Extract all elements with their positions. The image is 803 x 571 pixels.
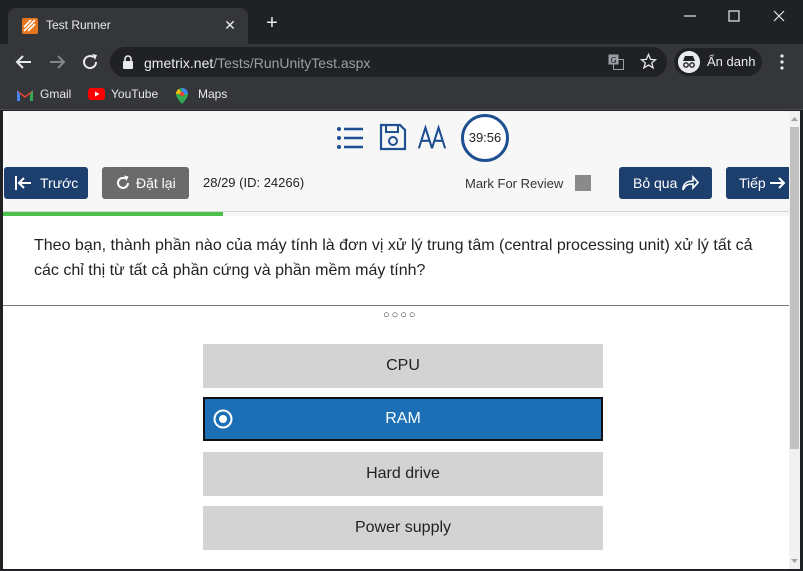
url-host: gmetrix.net	[144, 55, 214, 71]
tab-title: Test Runner	[46, 18, 111, 32]
page-viewport: 39:56 Trước Đặt lại 28/29 (ID: 24266) Ma…	[3, 111, 800, 569]
forward-arrow-icon[interactable]	[46, 51, 68, 73]
bookmark-label: Maps	[198, 87, 228, 101]
bookmark-gmail[interactable]: Gmail	[17, 86, 77, 104]
answer-option-ram[interactable]: RAM	[203, 397, 603, 441]
test-header: 39:56 Trước Đặt lại 28/29 (ID: 24266) Ma…	[3, 111, 791, 212]
youtube-icon	[88, 88, 105, 100]
reload-icon[interactable]	[79, 51, 101, 73]
mark-for-review-label: Mark For Review	[465, 176, 564, 191]
previous-arrow-icon	[15, 176, 31, 190]
next-button[interactable]: Tiếp	[726, 167, 791, 199]
bookmark-label: YouTube	[111, 87, 159, 101]
scroll-down-icon[interactable]	[790, 555, 799, 567]
answer-option-cpu[interactable]: CPU	[203, 344, 603, 388]
translate-icon[interactable]: G	[608, 54, 624, 70]
lock-icon	[123, 55, 133, 69]
scrollbar-thumb[interactable]	[790, 127, 799, 449]
bookmark-label: Gmail	[40, 87, 72, 101]
answer-label: Hard drive	[366, 465, 440, 482]
question-counter: 28/29 (ID: 24266)	[203, 175, 305, 190]
bookmark-youtube[interactable]: YouTube	[88, 86, 163, 104]
question-text: Theo bạn, thành phần nào của máy tính là…	[34, 237, 753, 279]
skip-label: Bỏ qua	[633, 175, 678, 191]
answer-option-power-supply[interactable]: Power supply	[203, 506, 603, 550]
skip-button[interactable]: Bỏ qua	[619, 167, 712, 199]
countdown-timer: 39:56	[461, 114, 509, 162]
skip-share-icon	[682, 175, 699, 191]
address-bar[interactable]: gmetrix.net/Tests/RunUnityTest.aspx G	[110, 47, 667, 77]
bookmarks-bar: Gmail YouTube Maps	[0, 80, 803, 110]
url-path: /Tests/RunUnityTest.aspx	[213, 55, 371, 71]
font-size-icon[interactable]	[417, 123, 447, 153]
answer-option-hard-drive[interactable]: Hard drive	[203, 452, 603, 496]
gmail-icon	[17, 90, 33, 101]
next-arrow-icon	[770, 177, 786, 189]
previous-label: Trước	[40, 175, 79, 191]
browser-tab[interactable]: Test Runner ✕	[8, 8, 248, 44]
progress-bar	[3, 212, 789, 216]
minimize-icon[interactable]	[680, 6, 700, 26]
reset-button[interactable]: Đặt lại	[102, 167, 189, 199]
incognito-icon	[678, 51, 700, 73]
profile-label: Ẩn danh	[707, 54, 756, 69]
url-text: gmetrix.net/Tests/RunUnityTest.aspx	[144, 55, 370, 71]
browser-toolbar: gmetrix.net/Tests/RunUnityTest.aspx G Ẩn…	[0, 44, 803, 80]
vertical-scrollbar[interactable]	[789, 111, 800, 569]
incognito-profile-button[interactable]: Ẩn danh	[674, 48, 762, 76]
question-divider	[3, 305, 789, 306]
mark-for-review-checkbox[interactable]	[575, 175, 591, 191]
maps-icon	[176, 88, 188, 104]
answer-label: CPU	[386, 357, 420, 374]
back-arrow-icon[interactable]	[13, 51, 35, 73]
window-close-icon[interactable]	[769, 6, 789, 26]
bookmark-maps[interactable]: Maps	[175, 86, 235, 104]
svg-text:G: G	[611, 56, 617, 65]
selected-radio-icon	[213, 409, 233, 429]
scroll-up-icon[interactable]	[790, 113, 799, 125]
tab-strip: Test Runner ✕ +	[0, 0, 803, 44]
test-runner-favicon	[22, 18, 38, 34]
answer-label: RAM	[385, 410, 421, 427]
browser-menu-icon[interactable]	[773, 53, 791, 71]
answer-label: Power supply	[354, 519, 452, 536]
tab-close-icon[interactable]: ✕	[222, 17, 238, 33]
reset-label: Đặt lại	[136, 175, 176, 191]
bookmark-star-icon[interactable]	[640, 53, 657, 70]
reset-icon	[117, 175, 129, 189]
progress-fill	[3, 212, 224, 216]
pager-dots: ○○○○	[383, 309, 418, 321]
save-icon[interactable]	[378, 122, 408, 152]
next-label: Tiếp	[739, 175, 766, 191]
new-tab-button[interactable]: +	[262, 13, 282, 33]
previous-button[interactable]: Trước	[4, 167, 88, 199]
maximize-icon[interactable]	[724, 6, 744, 26]
question-list-icon[interactable]	[335, 123, 365, 153]
